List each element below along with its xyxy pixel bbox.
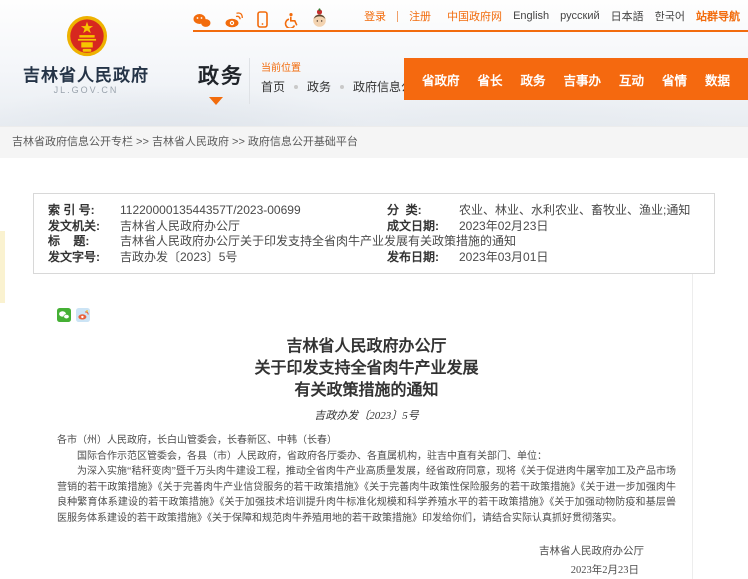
- index-number-label: 索 引 号:: [48, 203, 120, 219]
- category-value: 农业、林业、水利农业、畜牧业、渔业;通知: [459, 203, 690, 219]
- breadcrumb-zhengwu[interactable]: 政务: [307, 78, 331, 95]
- doc-number-value: 吉政办发〔2023〕5号: [120, 250, 237, 266]
- doc-number-label: 发文字号:: [48, 250, 120, 266]
- nav-item-governor[interactable]: 省长: [477, 70, 502, 89]
- meta-row-issuer-date: 发文机关: 吉林省人民政府办公厅 成文日期: 2023年02月23日: [34, 219, 714, 235]
- vertical-divider: [249, 58, 250, 104]
- lang-japanese-link[interactable]: 日本語: [611, 8, 644, 24]
- signature-date: 2023年2月23日: [57, 561, 676, 579]
- wechat-icon[interactable]: [193, 13, 211, 28]
- main-content: 索 引 号: 1122000013544357T/2023-00699 分 类:…: [0, 193, 748, 579]
- header-banner: 吉林省人民政府 JL.GOV.CN: [0, 0, 748, 126]
- current-location-label: 当前位置: [261, 59, 301, 74]
- meta-row-title: 标 题: 吉林省人民政府办公厅关于印发支持全省肉牛产业发展有关政策措施的通知: [34, 234, 714, 250]
- nav-item-provincial-gov[interactable]: 省政府: [422, 70, 460, 89]
- login-link[interactable]: 登录: [364, 8, 386, 24]
- link-divider: [397, 11, 398, 22]
- issuing-agency-value: 吉林省人民政府办公厅: [120, 219, 240, 235]
- chevron-down-icon: [209, 97, 223, 105]
- article-title-line2: 关于印发支持全省肉牛产业发展: [57, 358, 676, 380]
- nav-item-zhengwu[interactable]: 政务: [520, 70, 545, 89]
- issuing-agency-label: 发文机关:: [48, 219, 120, 235]
- article-title-line3: 有关政策措施的通知: [57, 380, 676, 402]
- breadcrumb-home[interactable]: 首页: [261, 78, 285, 95]
- nav-item-jishiban[interactable]: 吉事办: [563, 70, 601, 89]
- article-doc-number: 吉政办发〔2023〕5号: [57, 407, 676, 423]
- meta-row-index-category: 索 引 号: 1122000013544357T/2023-00699 分 类:…: [34, 203, 714, 219]
- index-number-value: 1122000013544357T/2023-00699: [120, 203, 301, 219]
- main-navigation: 省政府 省长 政务 吉事办 互动 省情 数据: [404, 58, 748, 100]
- weibo-share-icon[interactable]: [76, 308, 90, 327]
- nav-item-data[interactable]: 数据: [705, 70, 730, 89]
- share-icon-row: [57, 308, 676, 327]
- meta-row-docno-pubdate: 发文字号: 吉政办发〔2023〕5号 发布日期: 2023年03月01日: [34, 250, 714, 266]
- platform-breadcrumb-bar[interactable]: 吉林省政府信息公开专栏 >> 吉林省人民政府 >> 政府信息公开基础平台: [0, 126, 748, 158]
- site-domain: JL.GOV.CN: [20, 85, 152, 95]
- accessibility-icon[interactable]: [282, 12, 298, 28]
- social-icon-row: [193, 4, 327, 28]
- article-body: 各市（州）人民政府，长白山管委会，长春新区、中韩（长春） 国际合作示范区管委会，…: [57, 433, 676, 526]
- document-meta-table: 索 引 号: 1122000013544357T/2023-00699 分 类:…: [33, 193, 715, 274]
- mascot-icon[interactable]: [312, 8, 327, 28]
- title-label: 标 题:: [48, 234, 120, 250]
- site-title: 吉林省人民政府: [20, 61, 152, 86]
- left-accent-strip: [0, 231, 5, 303]
- publish-date-label: 发布日期:: [387, 250, 459, 266]
- written-date-value: 2023年02月23日: [459, 219, 548, 235]
- register-link[interactable]: 注册: [409, 8, 431, 24]
- china-gov-link[interactable]: 中国政府网: [447, 8, 502, 24]
- document-article: 吉林省人民政府办公厅 关于印发支持全省肉牛产业发展 有关政策措施的通知 吉政办发…: [33, 274, 693, 579]
- utility-links: 登录 注册 中国政府网 English русский 日本語 한국어 站群导航: [353, 8, 740, 24]
- title-value: 吉林省人民政府办公厅关于印发支持全省肉牛产业发展有关政策措施的通知: [120, 234, 516, 250]
- dot-separator: [340, 85, 344, 89]
- lang-english-link[interactable]: English: [513, 10, 549, 22]
- site-map-link[interactable]: 站群导航: [696, 8, 740, 24]
- article-title-line1: 吉林省人民政府办公厅: [57, 336, 676, 358]
- nav-item-province-info[interactable]: 省情: [662, 70, 687, 89]
- header-accent-line: [193, 30, 748, 32]
- lang-russian-link[interactable]: русский: [560, 10, 599, 22]
- signature-agency: 吉林省人民政府办公厅: [57, 542, 676, 561]
- weibo-icon[interactable]: [225, 12, 243, 28]
- written-date-label: 成文日期:: [387, 219, 459, 235]
- breadcrumb: 首页 政务 政府信息公开: [261, 78, 425, 95]
- wechat-share-icon[interactable]: [57, 308, 71, 327]
- mobile-icon[interactable]: [257, 11, 268, 28]
- dot-separator: [294, 85, 298, 89]
- salutation-line1: 各市（州）人民政府，长白山管委会，长春新区、中韩（长春）: [57, 433, 676, 449]
- category-label: 分 类:: [387, 203, 459, 219]
- national-emblem-icon: [66, 14, 108, 60]
- publish-date-value: 2023年03月01日: [459, 250, 548, 266]
- nav-item-interact[interactable]: 互动: [619, 70, 644, 89]
- section-title-zhengwu[interactable]: 政务: [198, 60, 244, 90]
- article-title: 吉林省人民政府办公厅 关于印发支持全省肉牛产业发展 有关政策措施的通知: [57, 336, 676, 402]
- lang-korean-link[interactable]: 한국어: [655, 8, 685, 24]
- body-paragraph: 为深入实施“秸秆变肉”暨千万头肉牛建设工程，推动全省肉牛产业高质量发展，经省政府…: [57, 464, 676, 526]
- salutation-line2: 国际合作示范区管委会，各县（市）人民政府，省政府各厅委办、各直属机构，驻吉中直有…: [57, 449, 676, 465]
